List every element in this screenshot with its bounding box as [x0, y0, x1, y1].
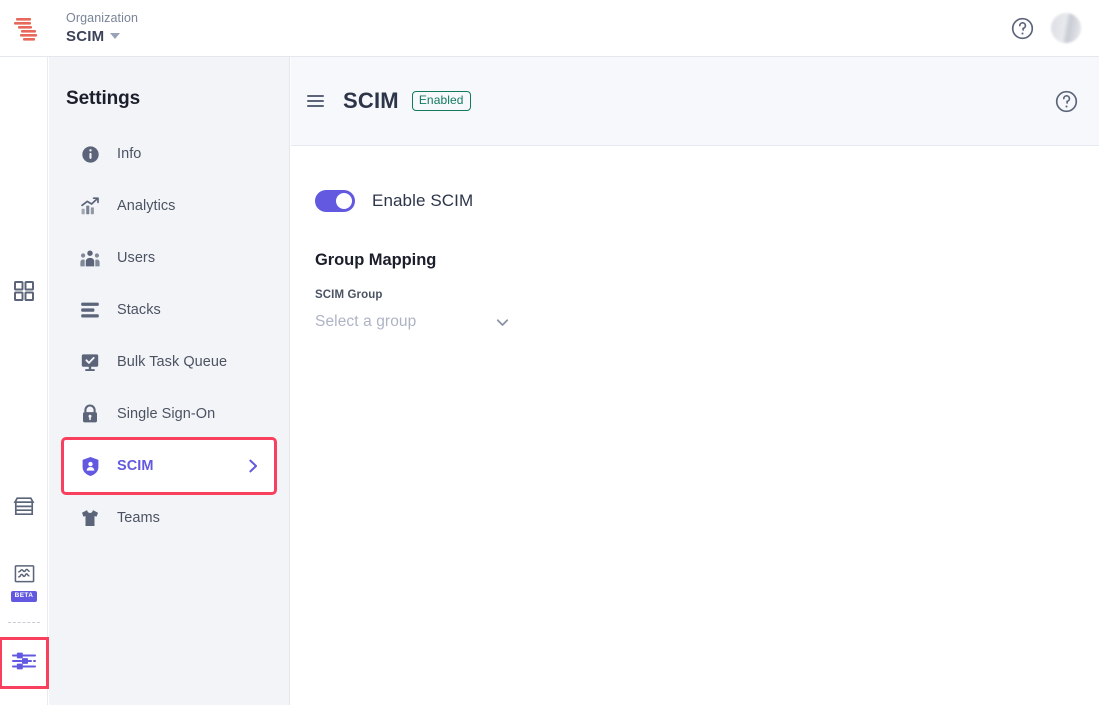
rail-item-settings[interactable] [0, 637, 49, 689]
organization-name: SCIM [66, 27, 105, 45]
caret-down-icon[interactable] [110, 33, 121, 40]
sidebar-item-single-sign-on[interactable]: Single Sign-On [49, 388, 289, 440]
chevron-right-icon[interactable] [247, 458, 260, 474]
sidebar-item-label: Stacks [117, 302, 161, 318]
main-content: SCIM Enabled Enable SCIM Group Mapping S… [291, 57, 1099, 705]
content-header: SCIM Enabled [291, 57, 1099, 146]
task-queue-icon [80, 352, 100, 372]
rail-item-apps-grid[interactable] [0, 271, 48, 315]
sidebar-item-bulk-task-queue[interactable]: Bulk Task Queue [49, 336, 289, 388]
sidebar-item-stacks[interactable]: Stacks [49, 284, 289, 336]
stacks-icon [80, 300, 100, 320]
tshirt-icon [80, 508, 100, 528]
shield-user-icon [80, 456, 100, 476]
puzzle-piece-icon [13, 564, 36, 590]
beta-badge: BETA [10, 591, 38, 602]
help-circle-icon[interactable] [1054, 89, 1079, 114]
sidebar-item-label: Single Sign-On [117, 406, 216, 422]
sidebar-item-label: Users [117, 250, 156, 266]
info-circle-icon [80, 144, 100, 164]
rail-item-integrations[interactable]: BETA [0, 561, 48, 605]
enable-scim-label: Enable SCIM [372, 191, 474, 210]
avatar[interactable] [1051, 13, 1081, 43]
sidebar-item-info[interactable]: Info [49, 128, 289, 180]
toggle-knob [336, 193, 352, 209]
top-bar: Organization SCIM [0, 0, 1099, 57]
s-stripes-logo-icon[interactable] [2, 0, 50, 57]
grid-icon [13, 280, 35, 307]
page-title: SCIM [343, 88, 399, 113]
enable-scim-row: Enable SCIM [315, 190, 1099, 212]
sidebar-item-label: Bulk Task Queue [117, 354, 228, 370]
sidebar-item-teams[interactable]: Teams [49, 492, 289, 544]
bar-chart-icon [80, 196, 100, 216]
enable-scim-toggle[interactable] [315, 190, 355, 212]
sidebar-item-label: Teams [117, 510, 160, 526]
sidebar-item-label: Info [117, 146, 142, 162]
scim-group-label: SCIM Group [315, 289, 383, 301]
sidebar-item-label: SCIM [117, 458, 154, 474]
sidebar-item-scim[interactable]: SCIM [61, 437, 277, 495]
organization-switcher[interactable]: Organization SCIM [66, 11, 138, 45]
sidebar-item-users[interactable]: Users [49, 232, 289, 284]
sidebar-item-analytics[interactable]: Analytics [49, 180, 289, 232]
users-group-icon [80, 248, 100, 268]
scim-group-select-value: Select a group [315, 313, 417, 330]
rail-item-marketplace[interactable] [0, 487, 48, 531]
rail-divider [8, 622, 40, 623]
group-mapping-title: Group Mapping [315, 251, 437, 269]
sliders-icon [11, 649, 37, 678]
sidebar-title: Settings [66, 88, 141, 109]
scim-group-select[interactable]: Select a group [315, 313, 511, 331]
lock-icon [80, 404, 100, 424]
content-body: Enable SCIM Group Mapping SCIM Group Sel… [291, 146, 1099, 331]
organization-label: Organization [66, 11, 139, 26]
settings-sidebar: Settings Info Analytics Users Stacks Bul… [49, 57, 290, 705]
storefront-icon [12, 495, 36, 523]
app-rail: BETA [0, 57, 49, 705]
chevron-down-icon[interactable] [494, 314, 511, 331]
settings-nav: Info Analytics Users Stacks Bulk Task Qu… [49, 128, 289, 544]
status-badge: Enabled [411, 90, 471, 112]
help-circle-icon[interactable] [1010, 16, 1035, 41]
sidebar-item-label: Analytics [117, 198, 176, 214]
hamburger-menu-icon[interactable] [306, 92, 325, 110]
